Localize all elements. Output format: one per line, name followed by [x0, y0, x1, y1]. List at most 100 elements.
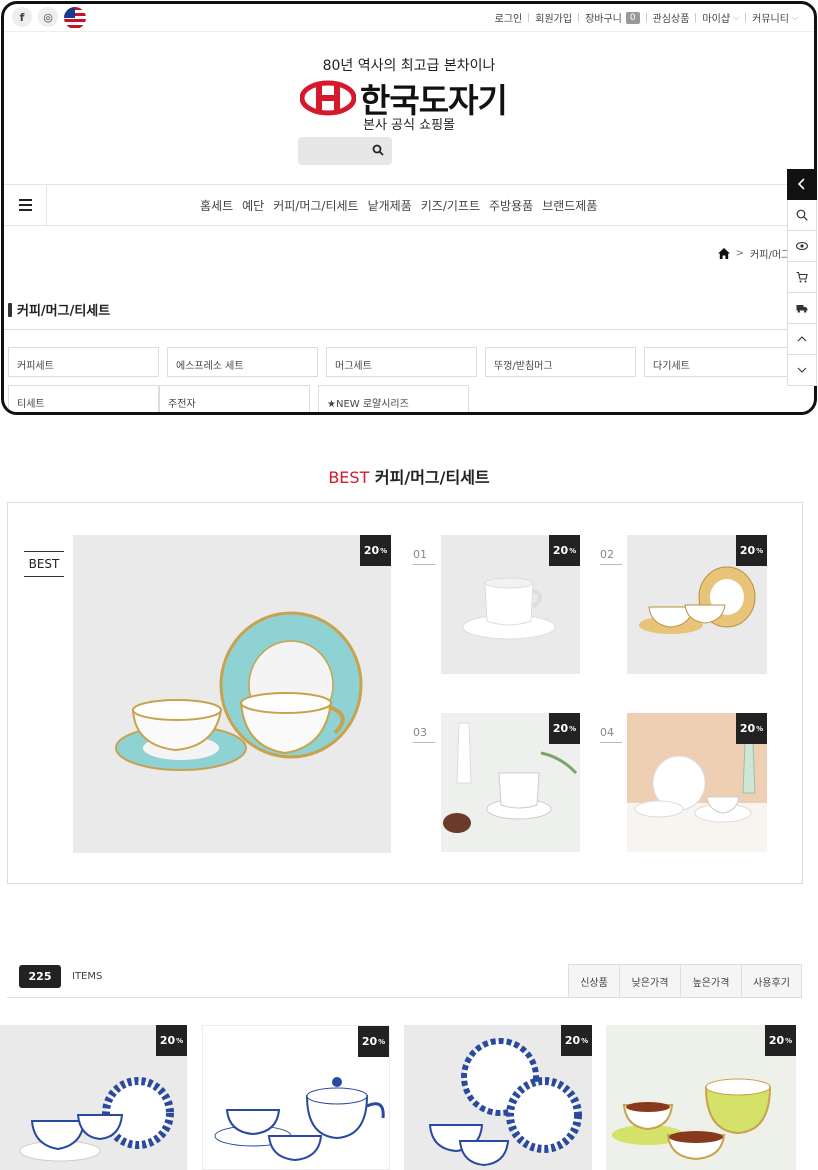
us-flag-icon[interactable]: [64, 7, 86, 29]
home-icon[interactable]: [717, 248, 730, 259]
divider: [578, 13, 580, 22]
product-card-image[interactable]: 20%: [0, 1025, 187, 1170]
divider: [745, 13, 747, 22]
sidebar-delivery-button[interactable]: [787, 293, 817, 324]
truck-icon: [796, 305, 808, 313]
chevron-down-icon: ⌵: [791, 12, 798, 22]
sidebar-cart-button[interactable]: [787, 262, 817, 293]
nav-item-brand[interactable]: 브랜드제품: [542, 197, 597, 214]
social-links: f ◎: [12, 7, 86, 29]
divider: [4, 329, 814, 330]
sort-tab-low-price[interactable]: 낮은가격: [619, 964, 680, 998]
divider: [7, 997, 803, 998]
signup-link[interactable]: 회원가입: [535, 10, 572, 25]
instagram-icon[interactable]: ◎: [38, 7, 58, 27]
divider: [695, 13, 697, 22]
discount-badge: 20%: [358, 1026, 389, 1057]
tagline: 80년 역사의 최고급 본차이나: [322, 58, 496, 74]
nav-item-kitchen[interactable]: 주방용품: [489, 197, 533, 214]
top-links: 로그인 회원가입 장바구니 0 관심상품 마이샵 ⌵ 커뮤니티 ⌵: [495, 10, 798, 25]
facebook-icon[interactable]: f: [12, 7, 32, 27]
sidebar-recent-button[interactable]: [787, 231, 817, 262]
quick-sidebar: [787, 169, 817, 386]
discount-badge: 20%: [360, 535, 391, 566]
login-link[interactable]: 로그인: [495, 10, 523, 25]
product-card-image[interactable]: 20%: [202, 1025, 390, 1170]
best-main-product-image[interactable]: 20%: [73, 535, 391, 853]
myshop-link[interactable]: 마이샵: [702, 10, 730, 25]
search-icon[interactable]: [372, 144, 384, 156]
item-count-badge: 225: [19, 965, 61, 988]
chevron-right-icon: >: [735, 248, 745, 259]
top-bar: f ◎ 로그인 회원가입 장바구니 0 관심상품 마이샵 ⌵ 커뮤니티 ⌵: [4, 4, 814, 32]
best-product-image[interactable]: 20%: [441, 535, 580, 674]
sort-tab-reviews[interactable]: 사용후기: [741, 964, 802, 998]
subcategory-item[interactable]: 티세트: [8, 385, 159, 412]
title-bar: [8, 302, 12, 317]
category-title: 커피/머그/티세트: [8, 300, 110, 319]
best-title-accent: BEST: [328, 468, 370, 487]
collapse-sidebar-button[interactable]: [787, 169, 817, 200]
menu-icon[interactable]: [4, 185, 47, 225]
divider: [645, 13, 647, 22]
rank-label: 03: [413, 726, 435, 743]
subcategory-item[interactable]: 커피세트: [8, 347, 159, 377]
divider: [528, 13, 530, 22]
discount-badge: 20%: [549, 713, 580, 744]
best-label: BEST: [24, 551, 64, 577]
nav-item-wedding[interactable]: 예단: [242, 197, 264, 214]
scroll-top-button[interactable]: [787, 324, 817, 355]
wishlist-link[interactable]: 관심상품: [653, 10, 690, 25]
tea-set-image: [115, 611, 363, 771]
eye-icon: [796, 241, 808, 251]
chevron-down-icon: [797, 367, 807, 373]
rank-label: 01: [413, 548, 435, 565]
subcategory-item[interactable]: 주전자: [159, 385, 310, 412]
logo-mark-icon: [299, 80, 357, 116]
discount-badge: 20%: [156, 1025, 187, 1056]
items-label: ITEMS: [72, 971, 103, 982]
best-product-image[interactable]: 20%: [627, 713, 767, 852]
best-product-image[interactable]: 20%: [441, 713, 580, 852]
product-card-image[interactable]: 20%: [606, 1025, 796, 1170]
subcategory-item[interactable]: 뚜껑/받침머그: [485, 347, 636, 377]
header-frame: f ◎ 로그인 회원가입 장바구니 0 관심상품 마이샵 ⌵ 커뮤니티 ⌵ 80…: [1, 1, 817, 415]
sidebar-search-button[interactable]: [787, 200, 817, 231]
main-nav: 홈세트 예단 커피/머그/티세트 낱개제품 키즈/기프트 주방용품 브랜드제품: [4, 184, 814, 226]
cart-icon: [796, 271, 808, 283]
discount-badge: 20%: [561, 1025, 592, 1056]
nav-item-coffee-mug-tea[interactable]: 커피/머그/티세트: [273, 197, 358, 214]
discount-badge: 20%: [549, 535, 580, 566]
chevron-up-icon: [797, 336, 807, 342]
cart-count-badge: 0: [625, 11, 640, 24]
best-product-image[interactable]: 20%: [627, 535, 767, 674]
rank-label: 02: [600, 548, 622, 565]
subcategory-item[interactable]: 머그세트: [326, 347, 477, 377]
category-title-text: 커피/머그/티세트: [17, 304, 111, 319]
search-icon: [796, 209, 808, 221]
nav-items: 홈세트 예단 커피/머그/티세트 낱개제품 키즈/기프트 주방용품 브랜드제품: [200, 197, 597, 214]
sort-tab-high-price[interactable]: 높은가격: [680, 964, 741, 998]
best-section-title: BEST 커피/머그/티세트: [0, 464, 818, 488]
site-subtitle: 본사 공식 쇼핑몰: [363, 118, 455, 133]
search-input[interactable]: [298, 137, 392, 165]
community-link[interactable]: 커뮤니티: [752, 10, 789, 25]
nav-item-home-set[interactable]: 홈세트: [200, 197, 233, 214]
nav-item-kids-gift[interactable]: 키즈/기프트: [421, 197, 480, 214]
discount-badge: 20%: [736, 713, 767, 744]
chevron-down-icon: ⌵: [733, 12, 740, 22]
nav-item-single[interactable]: 낱개제품: [368, 197, 412, 214]
sort-tabs: 신상품 낮은가격 높은가격 사용후기: [568, 964, 802, 998]
sort-tab-new[interactable]: 신상품: [568, 964, 619, 998]
scroll-bottom-button[interactable]: [787, 355, 817, 386]
rank-label: 04: [600, 726, 622, 743]
discount-badge: 20%: [736, 535, 767, 566]
subcategory-item[interactable]: ★NEW 로얄시리즈: [318, 385, 469, 412]
best-title-text: 커피/머그/티세트: [374, 468, 490, 487]
subcategory-item[interactable]: 다기세트: [644, 347, 795, 377]
chevron-left-icon: [797, 178, 805, 190]
cart-link[interactable]: 장바구니: [585, 10, 622, 25]
product-card-image[interactable]: 20%: [404, 1025, 592, 1170]
subcategory-item[interactable]: 에스프레소 세트: [167, 347, 318, 377]
discount-badge: 20%: [765, 1025, 796, 1056]
